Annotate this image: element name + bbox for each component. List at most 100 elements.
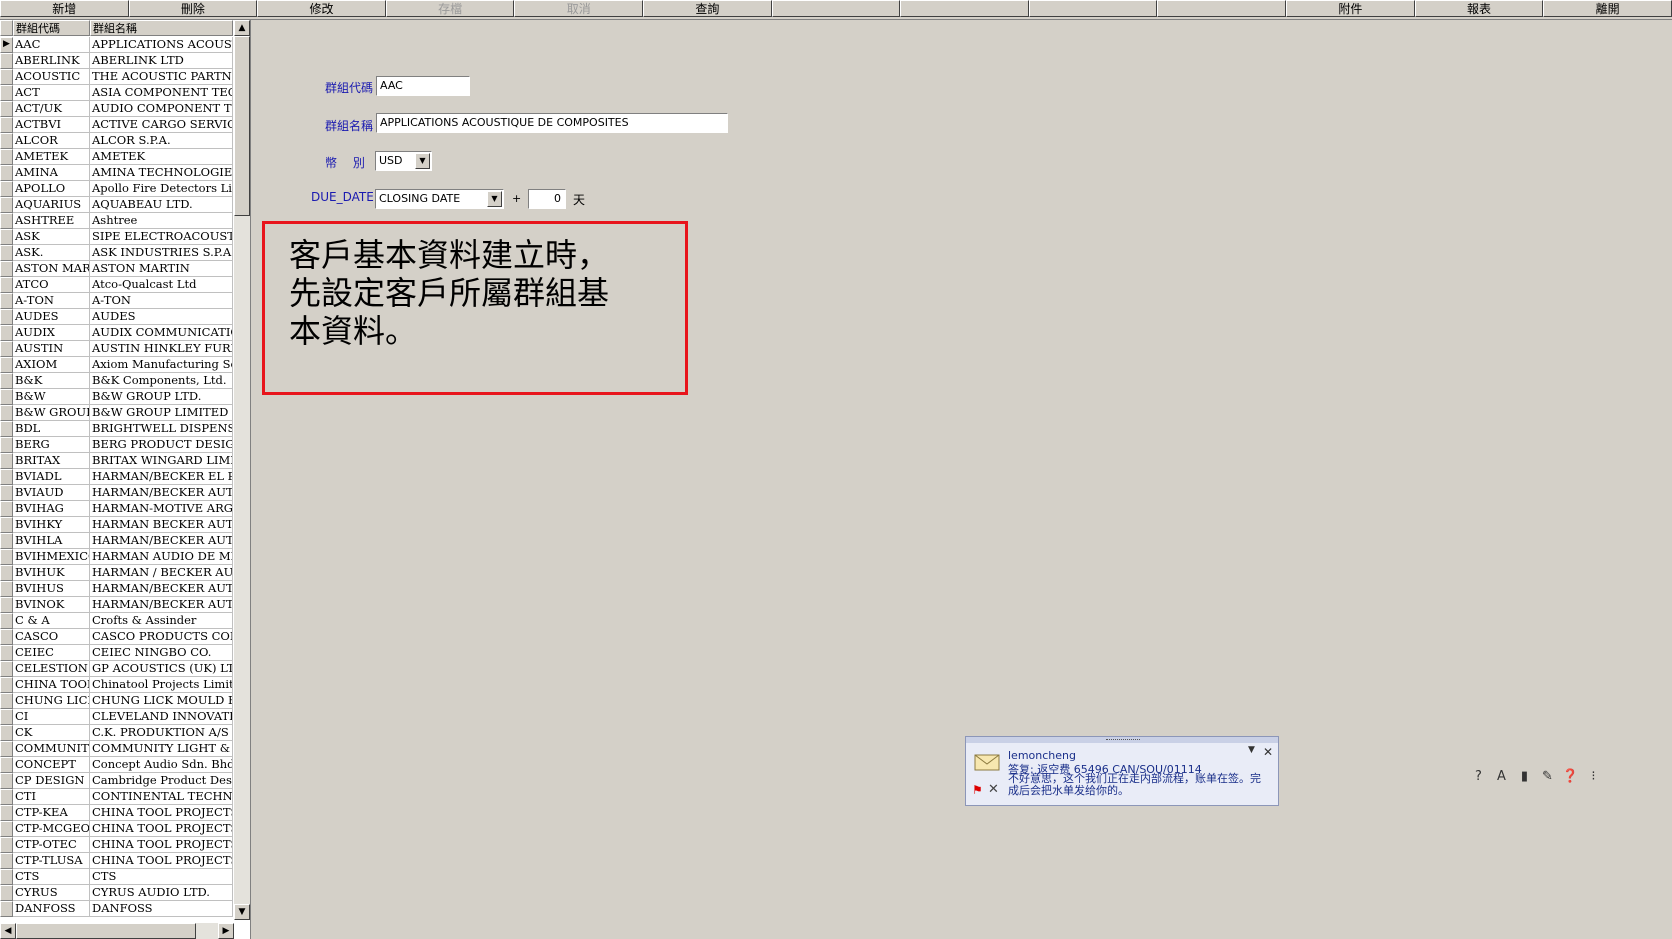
cell-group-name[interactable]: A-TON (90, 293, 233, 309)
row-selector[interactable] (0, 885, 13, 901)
row-selector[interactable] (0, 789, 13, 805)
cell-group-name[interactable]: CHINA TOOL PROJECTS UK (90, 837, 233, 853)
cell-group-name[interactable]: C.K. PRODUKTION A/S (90, 725, 233, 741)
cell-group-code[interactable]: BRITAX (13, 453, 90, 469)
row-selector[interactable] (0, 613, 13, 629)
toolbar-button-6[interactable] (771, 0, 901, 17)
scroll-up-button[interactable]: ▲ (234, 20, 250, 36)
cell-group-code[interactable]: AAC (13, 37, 90, 53)
table-row[interactable]: ABERLINK ABERLINK LTD (0, 53, 233, 69)
cell-group-code[interactable]: ATCO (13, 277, 90, 293)
cell-group-code[interactable]: B&K (13, 373, 90, 389)
row-selector[interactable] (0, 517, 13, 533)
cell-group-code[interactable]: ASTON MART (13, 261, 90, 277)
due-date-select[interactable]: CLOSING DATE ▼ (375, 189, 504, 209)
cell-group-code[interactable]: AUSTIN (13, 341, 90, 357)
cell-group-name[interactable]: HARMAN/BECKER AUTO. (90, 597, 233, 613)
row-selector[interactable] (0, 581, 13, 597)
mail-notification-popup[interactable]: lemoncheng 答复: 返空费 65496 CAN/SOU/01114 不… (965, 736, 1279, 806)
table-row[interactable]: AUDES AUDES (0, 309, 233, 325)
table-row[interactable]: CTP-KEACHINA TOOL PROJECTS UI (0, 805, 233, 821)
cell-group-code[interactable]: CTS (13, 869, 90, 885)
cell-group-code[interactable]: BVIHUK (13, 565, 90, 581)
cell-group-code[interactable]: CEIEC (13, 645, 90, 661)
table-row[interactable]: ALCOR ALCOR S.P.A. (0, 133, 233, 149)
table-row[interactable]: BVINOK HARMAN/BECKER AUTO. (0, 597, 233, 613)
cell-group-name[interactable]: ABERLINK LTD (90, 53, 233, 69)
cell-group-name[interactable]: Crofts & Assinder (90, 613, 233, 629)
row-selector[interactable] (0, 693, 13, 709)
cell-group-code[interactable]: DANFOSS (13, 901, 90, 917)
toolbar-button-9[interactable] (1157, 0, 1287, 17)
flag-icon[interactable]: ⚑ (972, 783, 983, 797)
group-name-input[interactable]: APPLICATIONS ACOUSTIQUE DE COMPOSITES (376, 113, 728, 133)
table-row[interactable]: CASCOCASCO PRODUCTS CORPO (0, 629, 233, 645)
table-row[interactable]: CONCEPT Concept Audio Sdn. Bhd. (0, 757, 233, 773)
cell-group-code[interactable]: CYRUS (13, 885, 90, 901)
cell-group-code[interactable]: COMMUNITY (13, 741, 90, 757)
cell-group-name[interactable]: HARMAN/BECKER AUTOM (90, 533, 233, 549)
cell-group-name[interactable]: DANFOSS (90, 901, 233, 917)
cell-group-name[interactable]: AUSTIN HINKLEY FURNIT (90, 341, 233, 357)
cell-group-name[interactable]: BRITAX WINGARD LIMITE (90, 453, 233, 469)
table-row[interactable]: B&W GROUPB&W GROUP LIMITED (RC (0, 405, 233, 421)
table-row[interactable]: AMINAAMINA TECHNOLOGIES LT (0, 165, 233, 181)
cell-group-code[interactable]: AQUARIUS (13, 197, 90, 213)
row-selector[interactable] (0, 309, 13, 325)
cell-group-name[interactable]: CASCO PRODUCTS CORPO (90, 629, 233, 645)
cell-group-name[interactable]: CLEVELAND INNOVATION (90, 709, 233, 725)
cell-group-code[interactable]: ABERLINK (13, 53, 90, 69)
toolbar-button-11[interactable]: 報表 (1414, 0, 1544, 17)
cell-group-code[interactable]: BVIHKY (13, 517, 90, 533)
scroll-right-button[interactable]: ▶ (218, 923, 234, 939)
help-icon-1[interactable]: ? (1470, 768, 1487, 785)
cell-group-code[interactable]: ACTBVI (13, 117, 90, 133)
table-row[interactable]: B&W B&W GROUP LTD. (0, 389, 233, 405)
cell-group-name[interactable]: CONTINENTAL TECHNOLO (90, 789, 233, 805)
font-icon[interactable]: A (1493, 768, 1510, 785)
table-row[interactable]: CHINA TOOL Chinatool Projects Limited (0, 677, 233, 693)
cell-group-code[interactable]: CTI (13, 789, 90, 805)
cell-group-name[interactable]: APPLICATIONS ACOUSTIQ (90, 37, 233, 53)
table-row[interactable]: AUSTINAUSTIN HINKLEY FURNIT (0, 341, 233, 357)
cell-group-name[interactable]: Chinatool Projects Limited (90, 677, 233, 693)
cell-group-code[interactable]: AXIOM (13, 357, 90, 373)
row-selector[interactable] (0, 293, 13, 309)
cell-group-name[interactable]: ACTIVE CARGO SERVICES (90, 117, 233, 133)
cell-group-name[interactable]: GP ACOUSTICS (UK) LTD (90, 661, 233, 677)
cell-group-name[interactable]: ASK INDUSTRIES S.P.A. (90, 245, 233, 261)
cell-group-code[interactable]: BVIHAG (13, 501, 90, 517)
cell-group-name[interactable]: CHINA TOOL PROJECTS UI (90, 853, 233, 869)
cell-group-name[interactable]: HARMAN/BECKER EL PAS (90, 469, 233, 485)
table-row[interactable]: AUDIXAUDIX COMMUNICATIONS (0, 325, 233, 341)
row-selector[interactable] (0, 453, 13, 469)
cell-group-code[interactable]: C & A (13, 613, 90, 629)
cell-group-name[interactable]: CTS (90, 869, 233, 885)
row-selector[interactable] (0, 437, 13, 453)
table-row[interactable]: BVIHMEXICOHARMAN AUDIO DE MEXI (0, 549, 233, 565)
row-selector[interactable] (0, 357, 13, 373)
row-selector[interactable] (0, 725, 13, 741)
table-row[interactable]: CTP-MCGEOCCHINA TOOL PROJECTS UI (0, 821, 233, 837)
cell-group-name[interactable]: Cambridge Product Design Li (90, 773, 233, 789)
cell-group-name[interactable]: CHINA TOOL PROJECTS UI (90, 821, 233, 837)
current-row-indicator-icon[interactable]: ▶ (0, 37, 13, 53)
table-row[interactable]: ASKSIPE ELECTROACOUSTICS (0, 229, 233, 245)
row-selector[interactable] (0, 709, 13, 725)
cell-group-name[interactable]: Axiom Manufacturing Service (90, 357, 233, 373)
cell-group-code[interactable]: BVIADL (13, 469, 90, 485)
table-row[interactable]: CP DESIGNCambridge Product Design Li (0, 773, 233, 789)
toolbar-button-4[interactable]: 取消 (514, 0, 644, 17)
row-selector[interactable] (0, 805, 13, 821)
cell-group-name[interactable]: CHUNG LICK MOULD FAC (90, 693, 233, 709)
cell-group-code[interactable]: ASK. (13, 245, 90, 261)
cell-group-name[interactable]: HARMAN / BECKER AUTO (90, 565, 233, 581)
horizontal-scrollbar[interactable]: ◀ ▶ (0, 923, 234, 939)
cell-group-name[interactable]: HARMAN/BECKER AUTOM (90, 581, 233, 597)
cell-group-code[interactable]: AUDES (13, 309, 90, 325)
table-row[interactable]: CELESTION GP ACOUSTICS (UK) LTD (0, 661, 233, 677)
cell-group-code[interactable]: ACT/UK (13, 101, 90, 117)
row-selector[interactable] (0, 501, 13, 517)
chevron-down-icon[interactable]: ▼ (487, 191, 502, 207)
row-selector[interactable] (0, 901, 13, 917)
